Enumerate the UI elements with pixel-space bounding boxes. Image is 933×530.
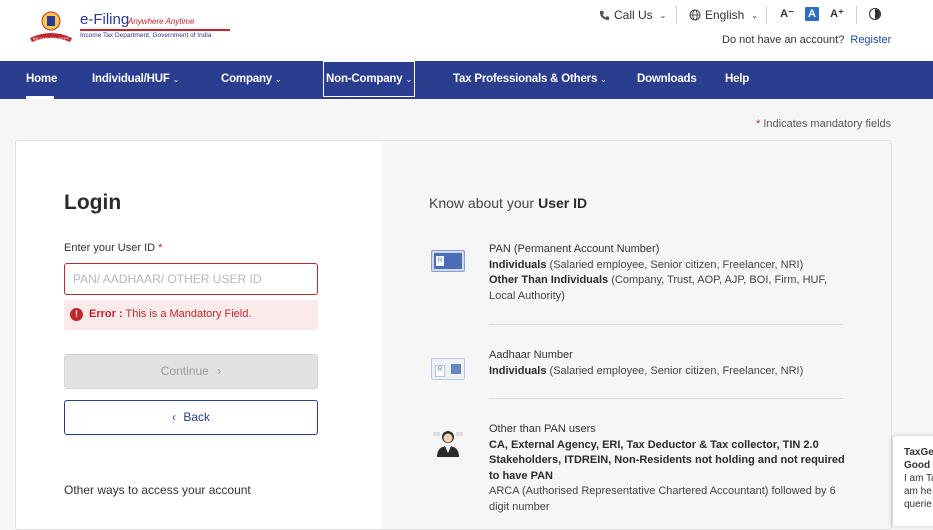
back-button[interactable]: ‹ Back [64,400,318,435]
mandatory-text: Indicates mandatory fields [760,118,892,130]
globe-icon [689,9,701,21]
required-star: * [158,242,163,254]
no-account-text: Do not have an account? [722,34,845,46]
logo-title: e-Filing [80,11,130,28]
aadhaar-heading: Aadhaar Number [489,349,573,361]
chatbot-widget[interactable]: TaxGe Good I am Ta am he querie [893,436,933,526]
nav-company[interactable]: Company ⌄ [221,61,282,99]
user-id-label: Enter your User ID * [64,242,162,254]
login-title: Login [64,191,122,214]
pan-line2-bold: Other Than Individuals [489,274,609,286]
other-users-info-block: Other than PAN users CA, External Agency… [429,422,849,522]
nav-individual-huf[interactable]: Individual/HUF ⌄ [92,61,179,99]
other-users-info-text: Other than PAN users CA, External Agency… [489,422,849,515]
phone-icon [599,10,610,20]
know-user-id-title: Know about your User ID [429,195,587,211]
other-users-heading: Other than PAN users [489,423,596,435]
font-decrease-button[interactable]: A⁻ [780,7,794,21]
other-users-line2: ARCA (Authorised Representative Chartere… [489,485,836,513]
error-icon: ! [70,308,83,321]
nav-help-label: Help [725,73,750,85]
pan-line1-bold: Individuals [489,258,547,271]
chevron-right-icon: › [217,364,222,378]
nav-help[interactable]: Help [725,61,749,99]
aadhaar-card-icon [429,348,467,386]
error-prefix: Error : [89,308,123,320]
logo-tagline: Anywhere Anytime [128,17,195,26]
other-users-line1-bold: CA, External Agency, ERI, Tax Deductor &… [489,438,845,482]
main-nav: Home Individual/HUF ⌄ Company ⌄ Non-Compan… [0,61,933,99]
call-us-label: Call Us [614,8,653,22]
aadhaar-info-text: Aadhaar Number Individuals (Salaried emp… [489,348,849,379]
chevron-down-icon: ⌄ [751,10,759,20]
nav-individual-huf-label: Individual/HUF [92,73,170,85]
divider [856,6,857,24]
contrast-toggle-icon[interactable] [869,8,881,20]
divider [676,6,677,24]
aadhaar-info-block: Aadhaar Number Individuals (Salaried emp… [429,348,849,388]
divider [489,398,843,399]
user-id-label-text: Enter your User ID [64,242,156,254]
chatbot-line3: I am Ta [904,473,933,484]
chevron-down-icon: ⌄ [405,75,412,84]
logo-subtitle: Income Tax Department, Government of Ind… [80,32,212,39]
pan-info-text: PAN (Permanent Account Number) Individua… [489,242,849,304]
account-line: Do not have an account? Register [722,34,891,46]
person-icon [429,422,467,460]
emblem-icon: INCOME TAX DEPT [30,11,72,42]
divider [489,324,843,325]
chatbot-line5: querie [904,499,932,510]
chatbot-line1: TaxGe [904,447,933,458]
error-message-box: ! Error : This is a Mandatory Field. [64,300,318,330]
chevron-down-icon: ⌄ [600,75,607,84]
nav-home[interactable]: Home [26,61,58,99]
call-us-dropdown[interactable]: Call Us ⌄ [599,8,666,22]
font-increase-button[interactable]: A⁺ [830,7,844,21]
nav-company-label: Company [221,73,272,85]
aadhaar-line1-rest: (Salaried employee, Senior citizen, Free… [546,364,804,377]
error-message: This is a Mandatory Field. [122,308,252,320]
continue-label: Continue [160,364,209,378]
nav-tax-professionals[interactable]: Tax Professionals & Others ⌄ [453,61,607,99]
pan-heading: PAN (Permanent Account Number) [489,243,660,255]
nav-downloads-label: Downloads [637,73,697,85]
login-card: Login Enter your User ID * ! Error : Thi… [15,140,892,530]
other-ways-heading: Other ways to access your account [64,483,251,497]
chatbot-line2: Good [904,460,931,471]
pan-info-block: PAN (Permanent Account Number) Individua… [429,242,849,312]
aadhaar-line1-bold: Individuals [489,364,547,377]
font-default-button[interactable]: A [805,7,819,21]
error-text: Error : This is a Mandatory Field. [89,308,251,320]
chevron-down-icon: ⌄ [172,75,180,84]
efiling-logo[interactable]: INCOME TAX DEPT e-Filing Anywhere Anytim… [26,8,230,44]
pan-card-icon [429,242,467,280]
svg-text:INCOME TAX DEPT: INCOME TAX DEPT [33,36,70,41]
language-label: English [705,8,745,22]
language-dropdown[interactable]: English ⌄ [689,8,758,22]
user-id-input[interactable] [64,263,318,295]
chevron-down-icon: ⌄ [659,10,667,20]
divider [766,6,767,24]
top-bar: INCOME TAX DEPT e-Filing Anywhere Anytim… [0,0,933,61]
chevron-down-icon: ⌄ [275,75,282,84]
nav-home-label: Home [26,73,58,85]
know-title-bold: User ID [538,195,588,211]
nav-downloads[interactable]: Downloads [637,61,697,99]
know-title-prefix: Know about your [429,195,535,211]
nav-tax-professionals-label: Tax Professionals & Others [453,73,598,85]
mandatory-note: * Indicates mandatory fields [756,118,891,130]
back-label: Back [183,410,211,424]
chatbot-line4: am he [904,486,932,497]
register-link[interactable]: Register [850,34,891,46]
pan-line1-rest: (Salaried employee, Senior citizen, Free… [546,258,804,271]
nav-non-company-label: Non-Company [326,73,403,85]
continue-button[interactable]: Continue › [64,354,318,389]
chevron-left-icon: ‹ [171,410,176,424]
nav-non-company[interactable]: Non-Company ⌄ [323,61,415,97]
logo-underline [80,29,230,31]
user-id-info-panel: Know about yourUser ID PAN (Permanent Ac… [382,141,891,529]
